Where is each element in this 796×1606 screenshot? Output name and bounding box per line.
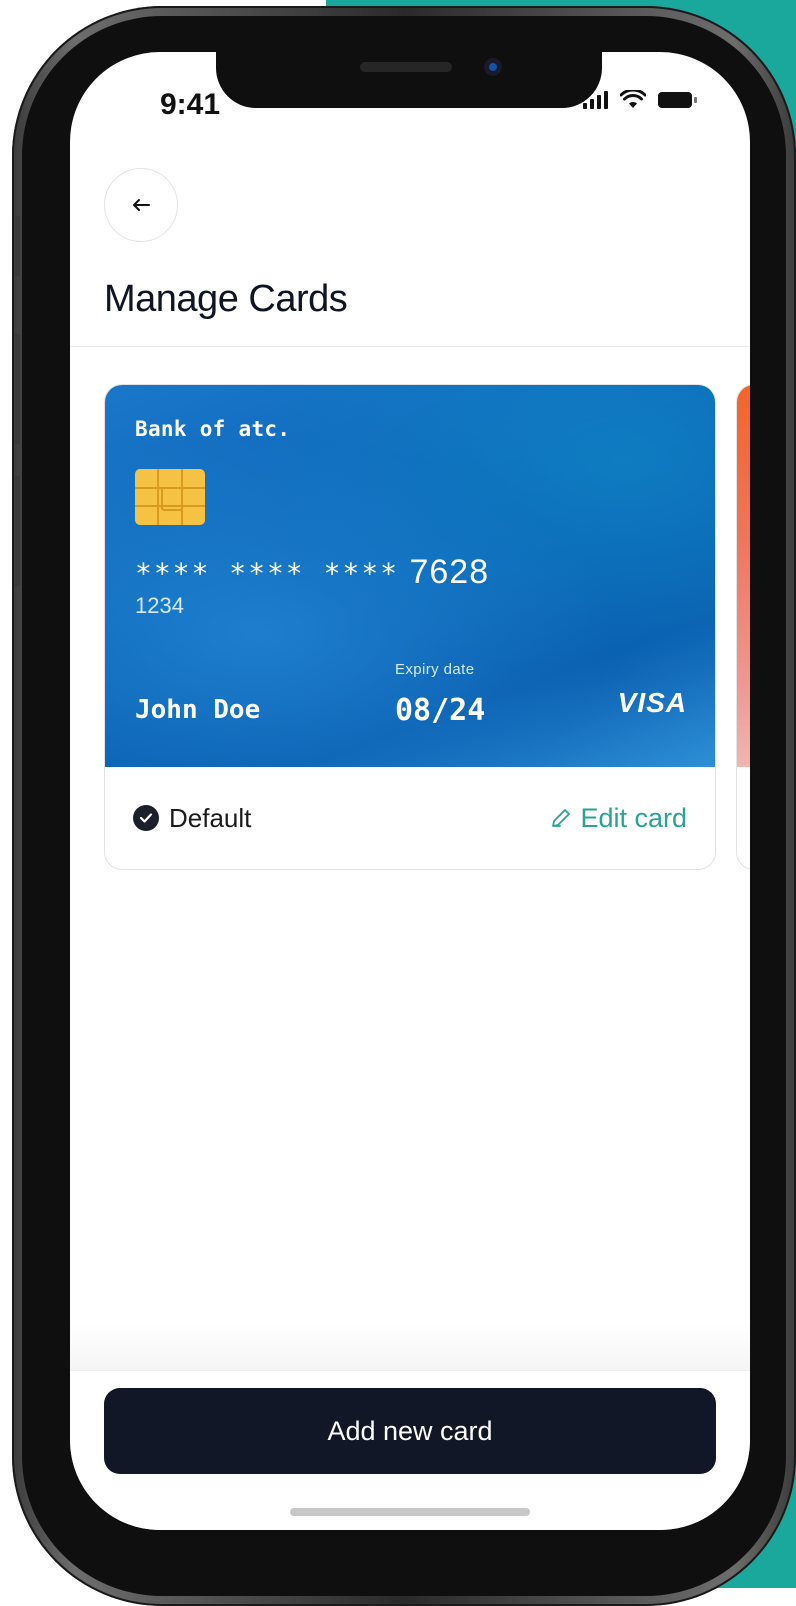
default-label: Default <box>169 802 252 833</box>
expiry-date: 08/24 <box>395 693 486 728</box>
chip-icon <box>135 469 205 525</box>
next-card-face <box>737 385 750 767</box>
battery-icon <box>658 92 697 108</box>
phone-screen: 9:41 Manage Cards Bank of atc. **** ****… <box>70 52 750 1530</box>
edit-card-label: Edit card <box>580 802 687 833</box>
volume-up-button <box>14 334 20 444</box>
expiry-label: Expiry date <box>395 661 475 678</box>
pencil-icon <box>552 809 571 827</box>
next-card-peek[interactable] <box>736 384 750 870</box>
status-time: 9:41 <box>160 88 221 121</box>
card-holder: John Doe <box>135 695 261 725</box>
page-title: Manage Cards <box>104 278 348 320</box>
visa-logo: VISA <box>617 687 687 718</box>
home-indicator <box>290 1508 530 1516</box>
add-new-card-button[interactable]: Add new card <box>104 1388 716 1474</box>
signal-icon <box>583 91 608 109</box>
card-number: **** **** **** 7628 <box>135 553 489 592</box>
bank-name: Bank of atc. <box>135 417 291 441</box>
wifi-icon <box>620 90 646 108</box>
back-button[interactable] <box>104 168 178 242</box>
header-divider <box>70 346 750 347</box>
mute-switch <box>14 216 20 276</box>
notch <box>216 52 602 108</box>
footer-shadow <box>70 1322 750 1370</box>
card-footer: Default Edit card <box>105 767 715 869</box>
status-icons <box>583 90 697 110</box>
card-item[interactable]: Bank of atc. **** **** **** 7628 1234 Ex… <box>104 384 716 870</box>
speaker <box>360 62 452 72</box>
check-circle-icon <box>133 805 159 831</box>
volume-down-button <box>14 476 20 586</box>
arrow-left-icon <box>133 199 150 211</box>
front-camera <box>484 58 502 76</box>
card-number-last4: 7628 <box>409 553 490 591</box>
card-number-mask: **** **** **** <box>135 557 400 590</box>
card-sub-number: 1234 <box>135 593 184 618</box>
credit-card[interactable]: Bank of atc. **** **** **** 7628 1234 Ex… <box>105 385 715 767</box>
default-badge: Default <box>133 803 251 834</box>
edit-card-button[interactable]: Edit card <box>550 803 687 834</box>
